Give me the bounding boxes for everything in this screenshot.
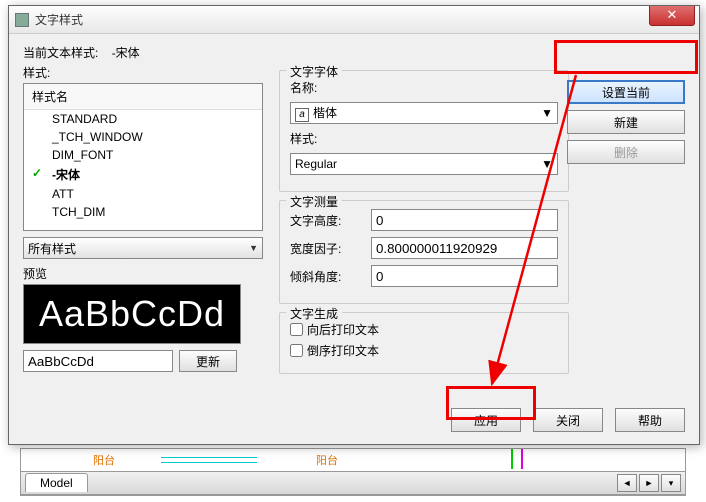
checkbox[interactable] <box>290 323 303 336</box>
font-style-label: 样式: <box>290 130 352 147</box>
group-title: 文字生成 <box>286 305 342 322</box>
chevron-down-icon: ▼ <box>541 106 553 120</box>
current-style: 当前文本样式: -宋体 <box>23 44 685 61</box>
font-group: 文字字体 名称: a楷体 ▼ 样式: Regular ▼ <box>279 70 569 192</box>
titlebar: 文字样式 ✕ <box>9 6 699 34</box>
current-style-label: 当前文本样式: <box>23 46 98 60</box>
checkbox-label: 倒序打印文本 <box>307 342 379 359</box>
list-item[interactable]: _TCH_WINDOW <box>24 128 262 146</box>
chevron-down-icon: ▼ <box>249 243 258 253</box>
list-item[interactable]: STANDARD <box>24 110 262 128</box>
height-input[interactable] <box>371 209 558 231</box>
group-title: 文字字体 <box>286 63 342 80</box>
checkbox[interactable] <box>290 344 303 357</box>
apply-button[interactable]: 应用 <box>451 408 521 432</box>
font-type-icon: a <box>295 108 309 122</box>
font-name-label: 名称: <box>290 79 352 96</box>
list-item[interactable]: DIM_FONT <box>24 146 262 164</box>
list-item[interactable]: ATT <box>24 185 262 203</box>
font-style-combo[interactable]: Regular ▼ <box>290 153 558 175</box>
style-listbox[interactable]: 样式名 STANDARD _TCH_WINDOW DIM_FONT -宋体 AT… <box>23 83 263 231</box>
chevron-down-icon: ▼ <box>541 157 553 171</box>
list-item[interactable]: TCH_DIM <box>24 203 262 221</box>
font-name-combo[interactable]: a 楷体 ▼ <box>290 102 558 124</box>
tab-prev-button[interactable]: ◄ <box>617 474 637 492</box>
close-dialog-button[interactable]: 关闭 <box>533 408 603 432</box>
group-title: 文字测量 <box>286 193 342 210</box>
model-tab-strip: Model ◄ ► ▾ <box>20 471 686 495</box>
preview-box: AaBbCcDd <box>23 284 241 344</box>
drawing-label: 阳台 <box>93 452 115 468</box>
update-button[interactable]: 更新 <box>179 350 237 372</box>
app-icon <box>15 13 29 27</box>
list-item[interactable]: -宋体 <box>24 164 262 185</box>
width-input[interactable] <box>371 237 558 259</box>
drawing-label: 阳台 <box>316 452 338 468</box>
height-label: 文字高度: <box>290 212 371 229</box>
checkbox-label: 向后打印文本 <box>307 321 379 338</box>
dialog-title: 文字样式 <box>35 11 83 28</box>
new-button[interactable]: 新建 <box>567 110 685 134</box>
text-style-dialog: 文字样式 ✕ 当前文本样式: -宋体 样式: 样式名 STANDARD _TCH… <box>8 5 700 445</box>
combo-value: 所有样式 <box>28 240 76 257</box>
tab-next-button[interactable]: ► <box>639 474 659 492</box>
preview-label: 预览 <box>23 265 263 282</box>
styles-label: 样式: <box>23 64 263 81</box>
close-button[interactable]: ✕ <box>649 6 695 26</box>
measure-group: 文字测量 文字高度: 宽度因子: 倾斜角度: <box>279 200 569 304</box>
delete-button[interactable]: 删除 <box>567 140 685 164</box>
tab-menu-button[interactable]: ▾ <box>661 474 681 492</box>
model-tab[interactable]: Model <box>25 473 88 492</box>
help-button[interactable]: 帮助 <box>615 408 685 432</box>
generate-group: 文字生成 向后打印文本 倒序打印文本 <box>279 312 569 374</box>
current-style-value: -宋体 <box>112 46 140 60</box>
style-filter-combo[interactable]: 所有样式 ▼ <box>23 237 263 259</box>
preview-input[interactable] <box>23 350 173 372</box>
upsidedown-checkbox[interactable]: 倒序打印文本 <box>290 342 558 359</box>
list-header[interactable]: 样式名 <box>24 84 262 110</box>
oblique-input[interactable] <box>371 265 558 287</box>
font-name-value: 楷体 <box>313 106 337 120</box>
set-current-button[interactable]: 设置当前 <box>567 80 685 104</box>
font-style-value: Regular <box>295 157 337 171</box>
width-label: 宽度因子: <box>290 240 371 257</box>
oblique-label: 倾斜角度: <box>290 268 371 285</box>
backwards-checkbox[interactable]: 向后打印文本 <box>290 321 558 338</box>
